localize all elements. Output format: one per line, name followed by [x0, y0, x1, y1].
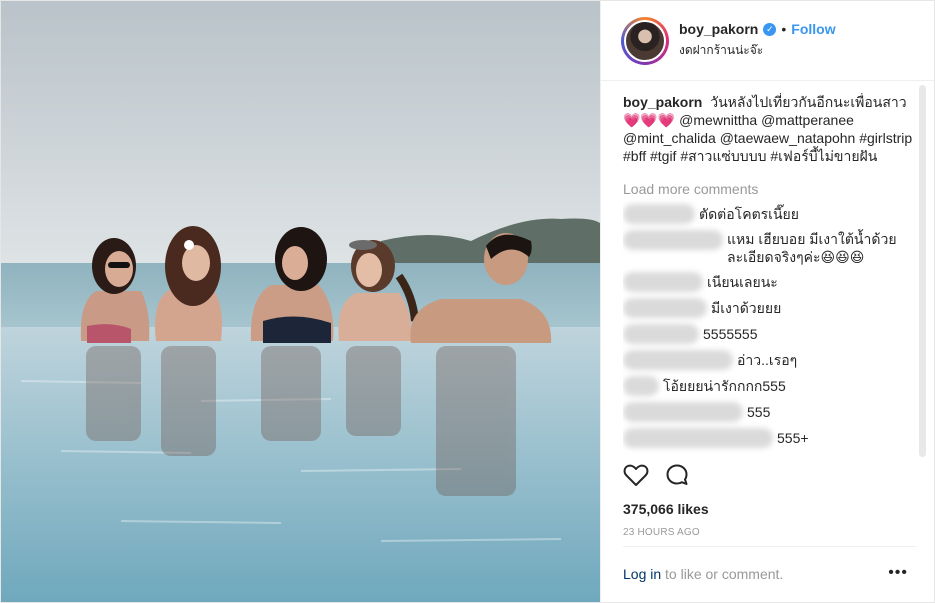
- blurred-username: [623, 298, 707, 318]
- load-more-comments-button[interactable]: Load more comments: [623, 180, 916, 198]
- comment-text: เนียนเลยนะ: [707, 274, 778, 290]
- comment-text: มีเงาด้วยยย: [711, 300, 782, 316]
- comment-item: เนียนเลยนะ: [623, 272, 916, 292]
- likes-count[interactable]: 375,066 likes: [623, 501, 709, 517]
- post-photo[interactable]: [1, 1, 600, 602]
- location-label[interactable]: งดฝากร้านน่ะจ๊ะ: [679, 41, 836, 60]
- comment-text: 5555555: [703, 326, 758, 342]
- avatar-image: [624, 19, 666, 62]
- comment-text: 555: [747, 404, 771, 420]
- comments-list: boy_pakorn วันหลังไปเที่ยวกันอีกนะเพื่อน…: [623, 93, 916, 459]
- comment-item: มีเงาด้วยยย: [623, 298, 916, 318]
- comments-scrollbar[interactable]: [919, 85, 926, 457]
- header-row: boy_pakorn ✓ • Follow: [679, 21, 836, 37]
- more-options-icon[interactable]: •••: [888, 565, 908, 581]
- login-link[interactable]: Log in: [623, 566, 661, 582]
- post-header: boy_pakorn ✓ • Follow งดฝากร้านน่ะจ๊ะ: [601, 1, 934, 81]
- comment-text: อ่าว..เรอๆ: [737, 352, 798, 368]
- login-prompt: Log in to like or comment.: [623, 566, 783, 582]
- comment-text: โอ้ยยยน่ารักกกก555: [663, 378, 786, 394]
- comment-item: 555+: [623, 428, 916, 448]
- comment-icon[interactable]: [665, 463, 689, 492]
- follow-button[interactable]: Follow: [791, 21, 835, 37]
- blurred-username: [623, 230, 723, 250]
- divider: [623, 546, 916, 547]
- comment-item: 5555555: [623, 324, 916, 344]
- comment-item: โอ้ยยยน่ารักกกก555: [623, 376, 916, 396]
- comment-item: แหม เฮียบอย มีเงาใต้น้ำด้วย ละเอียดจริงๆ…: [623, 230, 916, 266]
- comment-item: ตัดต่อโคตรเนี๊ยย: [623, 204, 916, 224]
- comment-text: 555+: [777, 430, 809, 446]
- post-actions: [623, 463, 689, 492]
- header-text: boy_pakorn ✓ • Follow งดฝากร้านน่ะจ๊ะ: [679, 21, 836, 60]
- blurred-username: [623, 402, 743, 422]
- blurred-username: [623, 428, 773, 448]
- comment-text: ตัดต่อโคตรเนี๊ยย: [699, 206, 799, 222]
- pool-photo-illustration: [1, 1, 600, 602]
- blurred-username: [623, 272, 703, 292]
- post-timestamp[interactable]: 23 HOURS AGO: [623, 527, 700, 538]
- instagram-post: boy_pakorn ✓ • Follow งดฝากร้านน่ะจ๊ะ bo…: [0, 0, 935, 603]
- separator-dot: •: [781, 21, 787, 37]
- verified-icon: ✓: [763, 22, 777, 36]
- login-prompt-text: to like or comment.: [661, 566, 784, 582]
- blurred-username: [623, 376, 659, 396]
- username-link[interactable]: boy_pakorn: [679, 21, 758, 37]
- comment-text: แหม เฮียบอย มีเงาใต้น้ำด้วย ละเอียดจริงๆ…: [727, 231, 897, 265]
- blurred-username: [623, 204, 695, 224]
- caption: boy_pakorn วันหลังไปเที่ยวกันอีกนะเพื่อน…: [623, 93, 916, 165]
- comment-item: อ่าว..เรอๆ: [623, 350, 916, 370]
- blurred-username: [623, 324, 699, 344]
- caption-username[interactable]: boy_pakorn: [623, 94, 702, 110]
- heart-icon[interactable]: [623, 463, 649, 492]
- post-sidebar: boy_pakorn ✓ • Follow งดฝากร้านน่ะจ๊ะ bo…: [600, 1, 934, 602]
- blurred-username: [623, 350, 733, 370]
- comment-item: 555: [623, 402, 916, 422]
- avatar[interactable]: [621, 16, 669, 65]
